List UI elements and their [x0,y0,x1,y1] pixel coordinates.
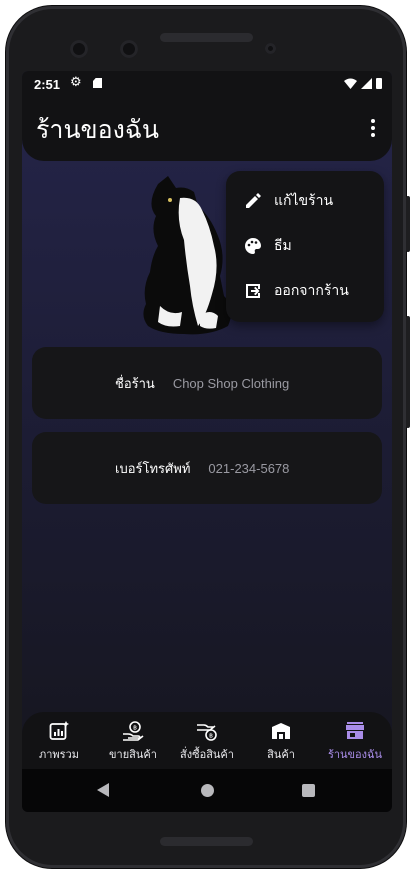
exit-icon [242,280,264,302]
nav-item-overview[interactable]: ภาพรวม [30,712,88,769]
svg-text:฿: ฿ [133,725,137,732]
palette-icon [242,235,264,257]
top-speaker [160,33,253,42]
volume-button [406,316,410,428]
phone-number-card[interactable]: เบอร์โทรศัพท์ 021-234-5678 [32,432,382,504]
recents-icon[interactable] [302,784,315,797]
menu-item-edit-shop[interactable]: แก้ไขร้าน [226,181,384,221]
status-time: 2:51 [34,77,61,92]
nav-item-sell[interactable]: ฿ ขายสินค้า [102,712,164,769]
shop-name-label: ชื่อร้าน [115,376,155,392]
nav-item-order[interactable]: ฿ สั่งซื้อสินค้า [172,712,242,769]
shop-name-card[interactable]: ชื่อร้าน Chop Shop Clothing [32,347,382,419]
menu-item-leave-shop[interactable]: ออกจากร้าน [226,271,384,311]
home-icon[interactable] [201,784,214,797]
status-icons [344,78,382,89]
bottom-speaker [160,837,253,846]
menu-item-leave-shop-label: ออกจากร้าน [274,283,349,299]
wifi-icon [344,78,357,89]
battery-icon [376,78,382,89]
overview-chart-icon [47,720,71,742]
nav-label-sell: ขายสินค้า [109,748,157,761]
sell-hand-coin-icon: ฿ [121,720,145,742]
svg-text:฿: ฿ [209,733,213,740]
order-hand-coin-icon: ฿ [195,720,219,742]
phone-number-label: เบอร์โทรศัพท์ [115,461,191,477]
more-vert-icon[interactable] [370,119,376,137]
phone-number-value: 021-234-5678 [208,460,290,476]
menu-item-theme[interactable]: ธีม [226,226,384,266]
menu-item-theme-label: ธีม [274,238,292,254]
front-camera-icon [70,40,88,58]
screen: 2:51 ⚙ ร้านของฉัน ชื่อร้าน Chop Shop Clo… [22,71,392,812]
nav-item-my-shop[interactable]: ร้านของฉัน [322,712,388,769]
nav-label-products: สินค้า [267,748,295,761]
page-title: ร้านของฉัน [36,115,159,144]
nav-label-my-shop: ร้านของฉัน [327,748,383,761]
nav-label-order: สั่งซื้อสินค้า [180,748,234,761]
bottom-navigation: ภาพรวม ฿ ขายสินค้า ฿ สั่งซื้อสินค้า สินค… [22,712,392,769]
menu-item-edit-shop-label: แก้ไขร้าน [274,193,334,209]
front-sensor-icon [120,40,138,58]
shop-name-value: Chop Shop Clothing [172,375,290,391]
power-button [406,196,410,252]
system-nav-bar [22,769,392,812]
warehouse-icon [269,720,293,742]
nav-label-overview: ภาพรวม [38,748,79,761]
status-bar: 2:51 ⚙ [22,71,392,99]
nav-item-products[interactable]: สินค้า [252,712,310,769]
proximity-sensor-icon [265,43,276,54]
store-icon [343,720,367,742]
back-icon[interactable] [97,783,109,797]
pencil-icon [242,190,264,212]
app-bar: ร้านของฉัน [22,99,392,161]
settings-gear-icon: ⚙ [70,75,82,90]
signal-icon [361,78,372,89]
overflow-menu: แก้ไขร้าน ธีม ออกจากร้าน [226,171,384,322]
sd-card-icon [93,78,102,88]
